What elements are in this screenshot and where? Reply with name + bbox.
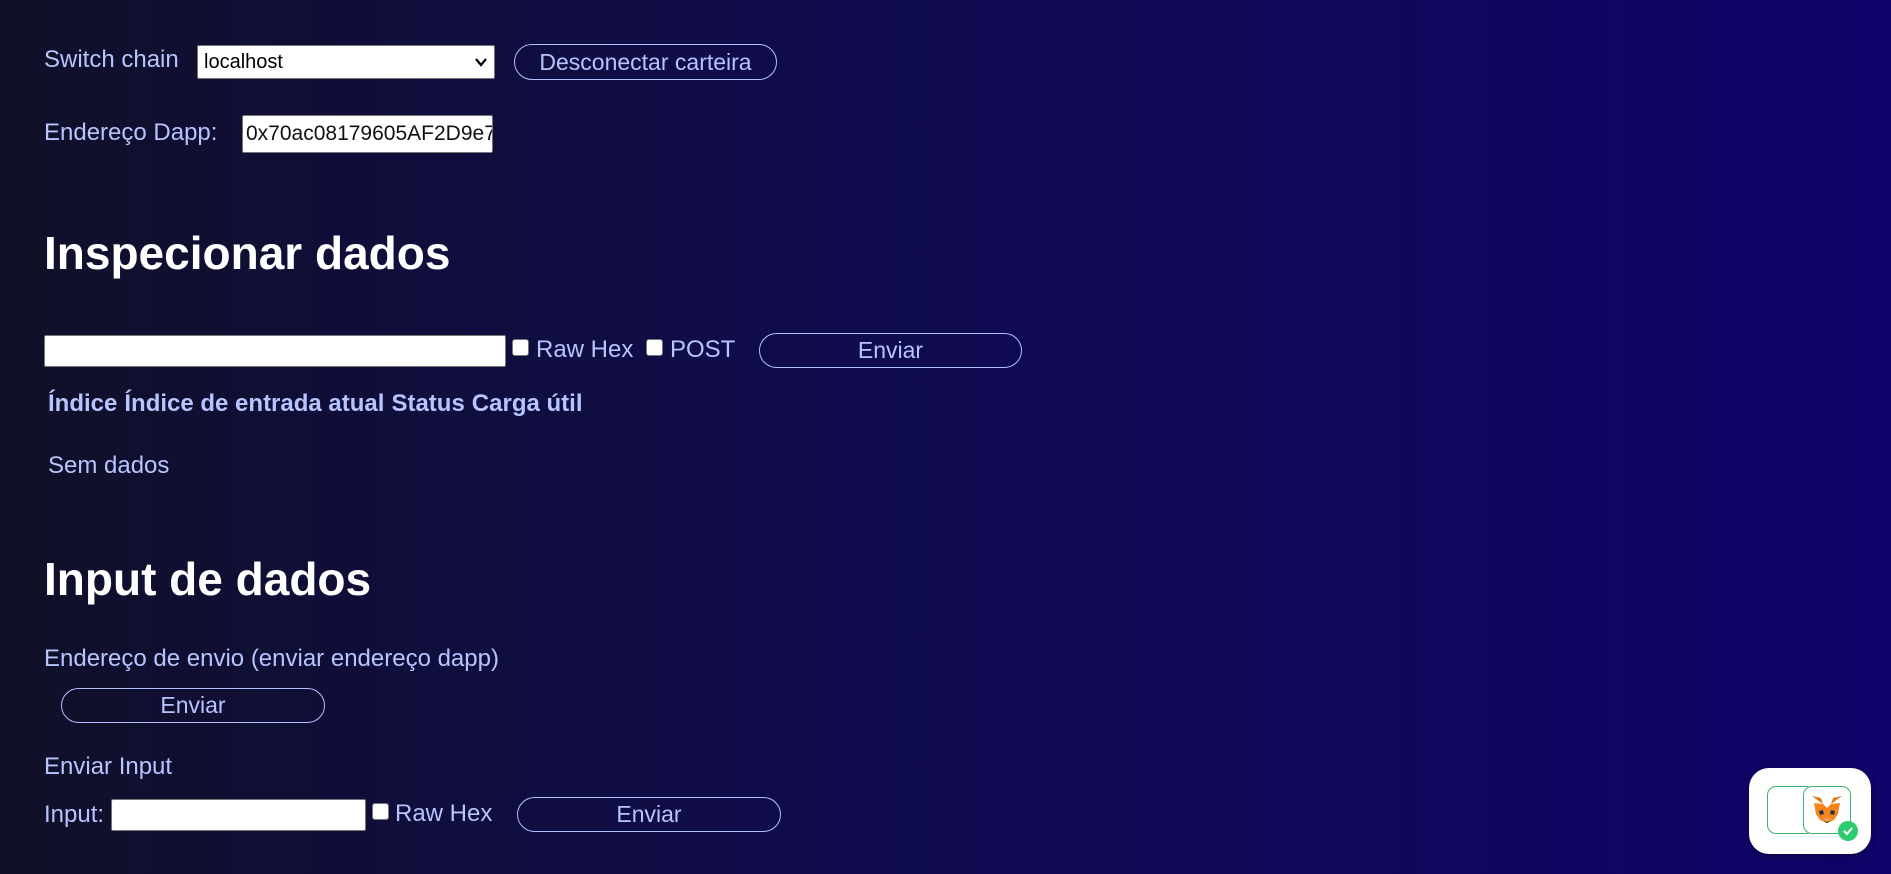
inspect-post-label: POST: [670, 336, 736, 363]
switch-chain-label: Switch chain: [44, 46, 179, 73]
inspect-query-input[interactable]: [44, 335, 506, 367]
chain-select[interactable]: localhost: [197, 45, 495, 79]
chevron-down-icon: [475, 58, 487, 67]
inspect-rawhex-checkbox[interactable]: [512, 339, 529, 356]
th-current-input-index: Índice de entrada atual: [124, 390, 385, 417]
inspect-section-title: Inspecionar dados: [44, 227, 451, 279]
send-input-label: Enviar Input: [44, 753, 173, 780]
inspect-table-header: Índice Índice de entrada atual Status Ca…: [48, 390, 582, 418]
send-address-button[interactable]: Enviar: [61, 688, 325, 723]
input-send-button[interactable]: Enviar: [517, 797, 781, 832]
inspect-rawhex-label: Raw Hex: [536, 336, 634, 363]
input-section-title: Input de dados: [44, 553, 372, 605]
th-status: Status: [391, 390, 465, 417]
wallet-widget[interactable]: [1749, 768, 1871, 854]
input-rawhex-checkbox[interactable]: [372, 803, 389, 820]
inspect-send-label: Enviar: [857, 337, 924, 363]
metamask-fox-icon: [1812, 796, 1842, 823]
disconnect-wallet-label: Desconectar carteira: [539, 48, 752, 75]
send-address-label: Endereço de envio (enviar endereço dapp): [44, 645, 499, 672]
input-field[interactable]: [111, 799, 366, 831]
input-rawhex-label: Raw Hex: [395, 800, 493, 827]
chain-select-value: localhost: [204, 50, 283, 73]
dapp-address-label: Endereço Dapp:: [44, 119, 218, 146]
th-payload: Carga útil: [471, 390, 583, 417]
inspect-empty-text: Sem dados: [48, 452, 170, 479]
check-icon: [1843, 827, 1853, 836]
dapp-address-input[interactable]: 0x70ac08179605AF2D9e75: [242, 115, 493, 153]
input-field-label: Input:: [44, 801, 105, 828]
dapp-address-value: 0x70ac08179605AF2D9e75: [246, 122, 493, 145]
inspect-post-checkbox[interactable]: [646, 339, 663, 356]
send-address-button-label: Enviar: [160, 692, 226, 718]
th-index: Índice: [48, 390, 118, 417]
input-send-label: Enviar: [616, 801, 682, 827]
inspect-send-button[interactable]: Enviar: [759, 333, 1022, 368]
disconnect-wallet-button[interactable]: Desconectar carteira: [514, 44, 777, 80]
connected-status-badge: [1838, 821, 1858, 841]
